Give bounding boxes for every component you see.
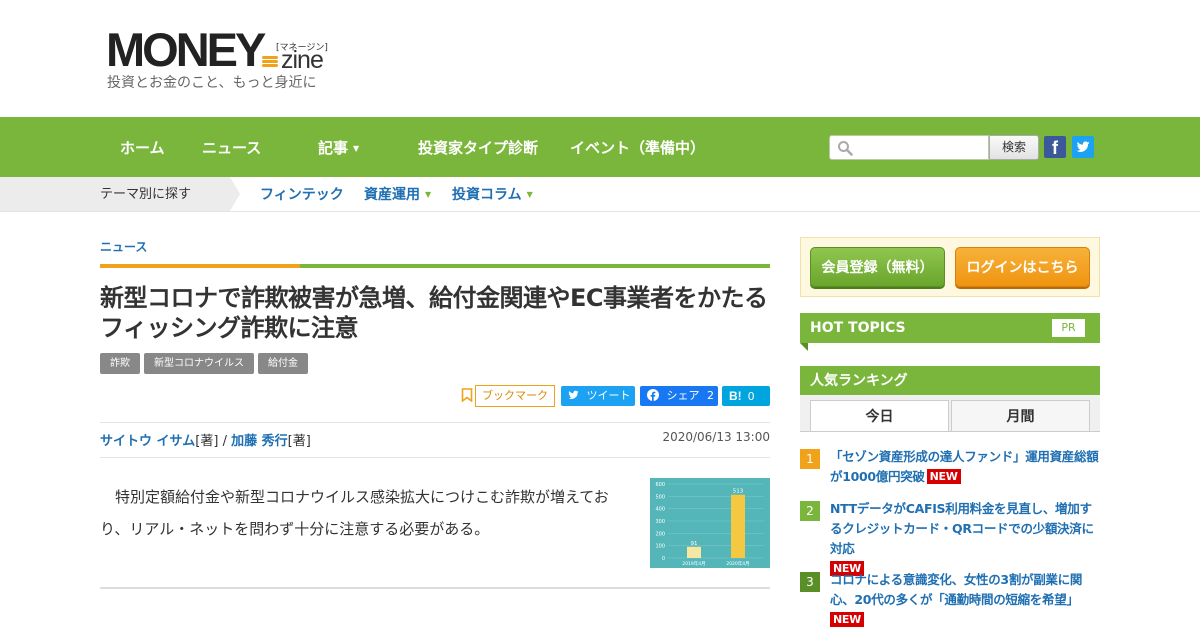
site-logo[interactable]: MONEY [マネージン] zine 投資とお金のこと、もっと身近に	[106, 23, 336, 94]
nav-events[interactable]: イベント（準備中）	[570, 117, 705, 177]
theme-label: テーマ別に探す	[0, 177, 230, 211]
register-button[interactable]: 会員登録（無料）	[810, 247, 945, 287]
byline-divider-top	[100, 422, 770, 423]
ranking-link[interactable]: NTTデータがCAFIS利用料金を見直し、増加するクレジットカード・QRコードで…	[830, 499, 1102, 579]
chart-data-label: 91	[691, 541, 698, 547]
twitter-icon[interactable]	[1072, 136, 1094, 158]
nav-investor-type[interactable]: 投資家タイプ診断	[418, 117, 538, 177]
theme-arrow	[230, 177, 240, 211]
nav-articles[interactable]: 記事 ▼	[318, 117, 359, 177]
article-title: 新型コロナで詐欺被害が急増、給付金関連やEC事業者をかたるフィッシング詐欺に注意	[100, 284, 768, 342]
chart-x-tick: 2020年4月	[726, 560, 749, 567]
tag-covid[interactable]: 新型コロナウイルス	[144, 353, 254, 374]
hatena-bookmark-button[interactable]: B! 0	[722, 386, 770, 406]
hatena-icon: B!	[729, 389, 742, 403]
lead-divider	[100, 587, 770, 589]
author-link[interactable]: 加藤 秀行	[231, 434, 288, 449]
chart-y-tick: 300	[655, 519, 665, 525]
logo-money: MONEY	[106, 23, 266, 76]
ranking-link[interactable]: 「セゾン資産形成の達人ファンド」運用資産総額が1000億円突破 NEW	[830, 447, 1102, 487]
login-button[interactable]: ログインはこちら	[955, 247, 1090, 287]
author-link[interactable]: サイトウ イサム	[100, 434, 195, 449]
caret-down-icon: ▼	[526, 190, 533, 199]
ranking-header: 人気ランキング	[800, 366, 1100, 404]
theme-investment-column[interactable]: 投資コラム ▼	[452, 177, 533, 213]
facebook-share-count: 2	[707, 389, 714, 402]
coin-stack-icon	[262, 56, 278, 70]
ranking-title: 人気ランキング	[810, 373, 908, 389]
ranking-text: コロナによる意識変化、女性の3割が副業に関心、20代の多くが「通勤時間の短縮を希…	[830, 572, 1083, 607]
new-badge: NEW	[926, 469, 961, 484]
chart-y-tick: 400	[655, 507, 665, 513]
publish-date: 2020/06/13 13:00	[662, 430, 770, 444]
chart-bar	[731, 494, 745, 558]
pr-badge: PR	[1052, 319, 1085, 337]
facebook-share-button[interactable]: シェア 2	[640, 386, 718, 406]
bookmark-button[interactable]: ブックマーク	[475, 385, 555, 407]
hot-topics-header: HOT TOPICS PR	[800, 313, 1100, 351]
rank-number: 1	[800, 449, 820, 469]
article-thumbnail-chart[interactable]: 600 500 400 300 200 100 0 91 2019年4月 513 2020年4月	[650, 478, 770, 568]
nav-news[interactable]: ニュース	[202, 117, 261, 177]
twitter-bird-icon	[568, 390, 579, 399]
author-separator: /	[218, 434, 232, 449]
ranking-text: 「セゾン資産形成の達人ファンド」運用資産総額が1000億円突破	[830, 449, 1099, 484]
article-authors: サイトウ イサム[著] / 加藤 秀行[著]	[100, 430, 311, 449]
tweet-label: ツイート	[586, 389, 631, 402]
ranking-link[interactable]: コロナによる意識変化、女性の3割が副業に関心、20代の多くが「通勤時間の短縮を希…	[830, 570, 1102, 630]
rank-number: 2	[800, 501, 820, 521]
theme-column-label: 投資コラム	[452, 187, 522, 203]
facebook-share-label: シェア	[666, 389, 700, 402]
tag-fraud[interactable]: 詐欺	[100, 353, 140, 374]
caret-down-icon: ▼	[425, 190, 432, 199]
hatena-count: 0	[747, 390, 755, 403]
facebook-circle-icon	[647, 389, 659, 401]
tag-benefit[interactable]: 給付金	[258, 353, 308, 374]
facebook-icon[interactable]: f	[1044, 136, 1066, 158]
nav-articles-label: 記事	[318, 139, 349, 157]
search-icon	[838, 141, 853, 156]
article-category[interactable]: ニュース	[100, 238, 147, 255]
tag-list: 詐欺 新型コロナウイルス 給付金	[100, 353, 308, 374]
nav-home[interactable]: ホーム	[120, 117, 165, 177]
chart-y-tick: 500	[655, 494, 665, 500]
ranking-tabs: 今日 月間	[800, 395, 1100, 431]
site-header: MONEY [マネージン] zine 投資とお金のこと、もっと身近に	[0, 0, 1200, 117]
tab-today[interactable]: 今日	[810, 400, 949, 431]
hot-topics-title: HOT TOPICS	[810, 320, 906, 336]
theme-asset-label: 資産運用	[364, 187, 420, 203]
chart-x-tick: 2019年4月	[682, 560, 705, 567]
byline-divider-bottom	[100, 457, 770, 458]
chart-bar	[687, 546, 701, 558]
chart-y-tick: 0	[662, 556, 665, 562]
chart-data-label: 513	[733, 489, 744, 495]
search-button[interactable]: 検索	[989, 135, 1039, 160]
rank-number: 3	[800, 572, 820, 592]
tab-monthly[interactable]: 月間	[951, 400, 1090, 431]
logo-zine: zine	[281, 46, 324, 74]
bookmark-icon	[461, 388, 473, 402]
member-box: 会員登録（無料） ログインはこちら	[800, 237, 1100, 297]
tweet-button[interactable]: ツイート	[561, 386, 635, 406]
search-input[interactable]	[829, 135, 989, 160]
main-nav: ホーム ニュース 記事 ▼ 投資家タイプ診断 イベント（準備中） 検索 f	[0, 117, 1200, 177]
theme-asset-management[interactable]: 資産運用 ▼	[364, 177, 431, 213]
author-role: [著]	[195, 434, 219, 449]
chart-y-tick: 200	[655, 531, 665, 537]
theme-bar: テーマ別に探す フィンテック 資産運用 ▼ 投資コラム ▼	[0, 177, 1200, 212]
article-lead: 特別定額給付金や新型コロナウイルス感染拡大につけこむ詐欺が増えており、リアル・ネ…	[100, 488, 609, 538]
chart-y-tick: 100	[655, 544, 665, 550]
author-role: [著]	[287, 434, 311, 449]
ranking-tab-divider	[800, 431, 1100, 432]
theme-fintech[interactable]: フィンテック	[260, 177, 344, 213]
ranking-text: NTTデータがCAFIS利用料金を見直し、増加するクレジットカード・QRコードで…	[830, 501, 1094, 556]
caret-down-icon: ▼	[353, 143, 360, 153]
new-badge: NEW	[830, 612, 864, 627]
category-divider	[100, 264, 770, 268]
chart-y-tick: 600	[655, 482, 665, 488]
logo-tagline: 投資とお金のこと、もっと身近に	[107, 75, 317, 91]
